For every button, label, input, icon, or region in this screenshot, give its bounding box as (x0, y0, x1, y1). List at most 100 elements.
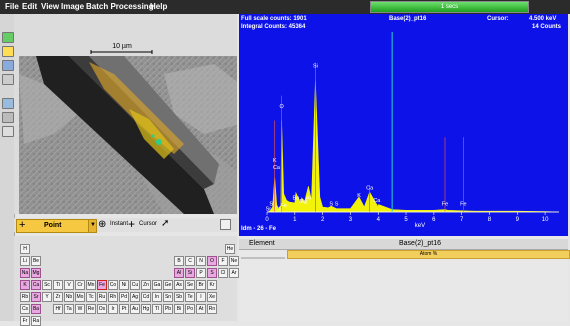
element-li[interactable]: Li (20, 256, 30, 266)
element-pt[interactable]: Pt (119, 304, 129, 314)
element-k[interactable]: K (20, 280, 30, 290)
cursor-crosshair-icon[interactable]: + (128, 217, 135, 231)
save-icon[interactable] (2, 46, 14, 57)
element-be[interactable]: Be (31, 256, 41, 266)
element-ge[interactable]: Ge (163, 280, 173, 290)
element-i[interactable]: I (196, 292, 206, 302)
element-ir[interactable]: Ir (108, 304, 118, 314)
element-ne[interactable]: Ne (229, 256, 239, 266)
menu-edit[interactable]: Edit (22, 2, 37, 11)
col-element[interactable]: Element (249, 240, 275, 247)
element-h[interactable]: H (20, 244, 30, 254)
element-br[interactable]: Br (196, 280, 206, 290)
element-au[interactable]: Au (130, 304, 140, 314)
element-mg[interactable]: Mg (31, 268, 41, 278)
element-ni[interactable]: Ni (119, 280, 129, 290)
element-si[interactable]: Si (185, 268, 195, 278)
element-cu[interactable]: Cu (130, 280, 140, 290)
instant-icon[interactable]: ⊕ (98, 219, 106, 230)
element-cd[interactable]: Cd (141, 292, 151, 302)
element-na[interactable]: Na (20, 268, 30, 278)
element-kr[interactable]: Kr (207, 280, 217, 290)
element-ru[interactable]: Ru (97, 292, 107, 302)
element-mn[interactable]: Mn (86, 280, 96, 290)
element-o[interactable]: O (207, 256, 217, 266)
menu-batch-processing[interactable]: Batch Processing (86, 2, 154, 11)
element-al[interactable]: Al (174, 268, 184, 278)
element-pd[interactable]: Pd (119, 292, 129, 302)
element-in[interactable]: In (152, 292, 162, 302)
element-ra[interactable]: Ra (31, 316, 41, 326)
element-bi[interactable]: Bi (174, 304, 184, 314)
element-nb[interactable]: Nb (64, 292, 74, 302)
element-hf[interactable]: Hf (53, 304, 63, 314)
image-icon[interactable] (2, 98, 14, 109)
element-pb[interactable]: Pb (163, 304, 173, 314)
element-y[interactable]: Y (42, 292, 52, 302)
element-v[interactable]: V (64, 280, 74, 290)
eraser-icon[interactable] (220, 219, 231, 230)
element-b[interactable]: B (174, 256, 184, 266)
element-at[interactable]: At (196, 304, 206, 314)
element-fr[interactable]: Fr (20, 316, 30, 326)
copy-icon[interactable] (2, 60, 14, 71)
element-co[interactable]: Co (108, 280, 118, 290)
element-n[interactable]: N (196, 256, 206, 266)
element-ti[interactable]: Ti (53, 280, 63, 290)
cursor-label[interactable]: Cursor (139, 221, 157, 227)
element-f[interactable]: F (218, 256, 228, 266)
element-rb[interactable]: Rb (20, 292, 30, 302)
instant-label[interactable]: Instant (110, 221, 128, 227)
element-cl[interactable]: Cl (218, 268, 228, 278)
element-p[interactable]: P (196, 268, 206, 278)
crosshair-icon: + (19, 219, 26, 231)
sem-image[interactable]: 10 µm (14, 14, 240, 214)
element-te[interactable]: Te (185, 292, 195, 302)
element-sr[interactable]: Sr (31, 292, 41, 302)
element-tc[interactable]: Tc (86, 292, 96, 302)
point-button[interactable]: + Point (16, 219, 90, 233)
menu-image[interactable]: Image (61, 2, 84, 11)
element-re[interactable]: Re (86, 304, 96, 314)
menu-view[interactable]: View (41, 2, 59, 11)
open-icon[interactable] (2, 32, 14, 43)
point-dropdown[interactable]: ▼ (88, 219, 97, 233)
element-c[interactable]: C (185, 256, 195, 266)
element-rh[interactable]: Rh (108, 292, 118, 302)
element-os[interactable]: Os (97, 304, 107, 314)
grid-icon[interactable] (2, 112, 14, 123)
pointer-icon[interactable]: ➚ (161, 218, 169, 229)
print-icon[interactable] (2, 74, 14, 85)
element-fe[interactable]: Fe (97, 280, 107, 290)
spectrum-chart[interactable]: 0 1 2 3 4 5 6 7 8 9 10keVSKCaOSiBaMgAlFe S SKCaCaFe F… (239, 14, 568, 236)
element-he[interactable]: He (225, 244, 235, 254)
element-w[interactable]: W (75, 304, 85, 314)
element-ag[interactable]: Ag (130, 292, 140, 302)
element-ga[interactable]: Ga (152, 280, 162, 290)
element-ta[interactable]: Ta (64, 304, 74, 314)
element-tl[interactable]: Tl (152, 304, 162, 314)
element-sc[interactable]: Sc (42, 280, 52, 290)
element-cr[interactable]: Cr (75, 280, 85, 290)
element-ar[interactable]: Ar (229, 268, 239, 278)
results-divider (241, 257, 285, 259)
element-mo[interactable]: Mo (75, 292, 85, 302)
menu-file[interactable]: File (5, 2, 19, 11)
element-xe[interactable]: Xe (207, 292, 217, 302)
element-zr[interactable]: Zr (53, 292, 63, 302)
settings-icon[interactable] (2, 126, 14, 137)
element-sn[interactable]: Sn (163, 292, 173, 302)
element-ca[interactable]: Ca (31, 280, 41, 290)
element-s[interactable]: S (207, 268, 217, 278)
element-zn[interactable]: Zn (141, 280, 151, 290)
element-as[interactable]: As (174, 280, 184, 290)
element-se[interactable]: Se (185, 280, 195, 290)
col-sample[interactable]: Base(2)_pt16 (399, 240, 441, 247)
element-sb[interactable]: Sb (174, 292, 184, 302)
element-cs[interactable]: Cs (20, 304, 30, 314)
element-ba[interactable]: Ba (31, 304, 41, 314)
element-po[interactable]: Po (185, 304, 195, 314)
element-rn[interactable]: Rn (207, 304, 217, 314)
menu-help[interactable]: Help (150, 2, 167, 11)
element-hg[interactable]: Hg (141, 304, 151, 314)
